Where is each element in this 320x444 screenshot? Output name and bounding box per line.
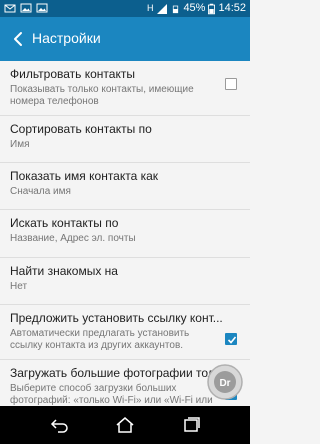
- setting-sort-contacts[interactable]: Сортировать контакты по Имя: [0, 116, 250, 163]
- setting-subtitle: Показывать только контакты, имеющие номе…: [10, 84, 194, 107]
- home-icon[interactable]: [115, 416, 135, 434]
- setting-subtitle: Имя: [10, 139, 30, 150]
- setting-suggest-link[interactable]: Предложить установить ссылку конт... Авт…: [0, 305, 250, 360]
- mail-icon: [4, 4, 16, 13]
- page-title: Настройки: [32, 30, 101, 46]
- system-status: H 45% 14:52: [147, 1, 246, 16]
- arrow-left-icon[interactable]: [6, 27, 30, 51]
- battery-icon: [208, 3, 216, 14]
- network-type: H: [146, 3, 154, 13]
- image-icon: [20, 3, 32, 13]
- signal-icon: [157, 3, 168, 14]
- setting-title: Искать контакты по: [10, 216, 119, 230]
- setting-subtitle: Название, Адрес эл. почты: [10, 233, 136, 244]
- navigation-bar: [0, 406, 250, 444]
- setting-title: Сортировать контакты по: [10, 122, 152, 136]
- alarm-icon: [173, 5, 179, 13]
- back-icon[interactable]: [50, 416, 70, 434]
- image-icon: [36, 3, 48, 13]
- checkmark-icon: [227, 336, 237, 344]
- setting-title: Предложить установить ссылку конт...: [10, 311, 223, 325]
- status-bar: H 45% 14:52: [0, 0, 250, 17]
- setting-filter-contacts[interactable]: Фильтровать контакты Показывать только к…: [0, 61, 250, 116]
- battery-percent: 45%: [183, 2, 206, 14]
- notification-icons: [4, 2, 48, 14]
- watermark-logo: Dr: [207, 364, 243, 400]
- setting-subtitle: Выберите способ загрузки больших фотогра…: [10, 383, 213, 406]
- setting-subtitle: Нет: [10, 281, 28, 292]
- setting-subtitle: Автоматически предлагать установить ссыл…: [10, 328, 190, 351]
- setting-display-name[interactable]: Показать имя контакта как Сначала имя: [0, 163, 250, 210]
- checkbox-checked[interactable]: [225, 333, 237, 345]
- setting-title: Найти знакомых на: [10, 264, 118, 278]
- setting-title: Загружать большие фотографии толь...: [10, 366, 230, 380]
- checkbox-unchecked[interactable]: [225, 78, 237, 90]
- setting-title: Фильтровать контакты: [10, 67, 135, 81]
- settings-list: Фильтровать контакты Показывать только к…: [0, 61, 250, 406]
- setting-find-friends[interactable]: Найти знакомых на Нет: [0, 258, 250, 305]
- recents-icon[interactable]: [182, 416, 202, 434]
- clock: 14:52: [218, 2, 246, 14]
- setting-subtitle: Сначала имя: [10, 186, 71, 197]
- setting-search-contacts[interactable]: Искать контакты по Название, Адрес эл. п…: [0, 210, 250, 258]
- svg-text:Dr: Dr: [219, 378, 230, 389]
- app-bar: Настройки: [0, 17, 250, 61]
- setting-title: Показать имя контакта как: [10, 169, 159, 183]
